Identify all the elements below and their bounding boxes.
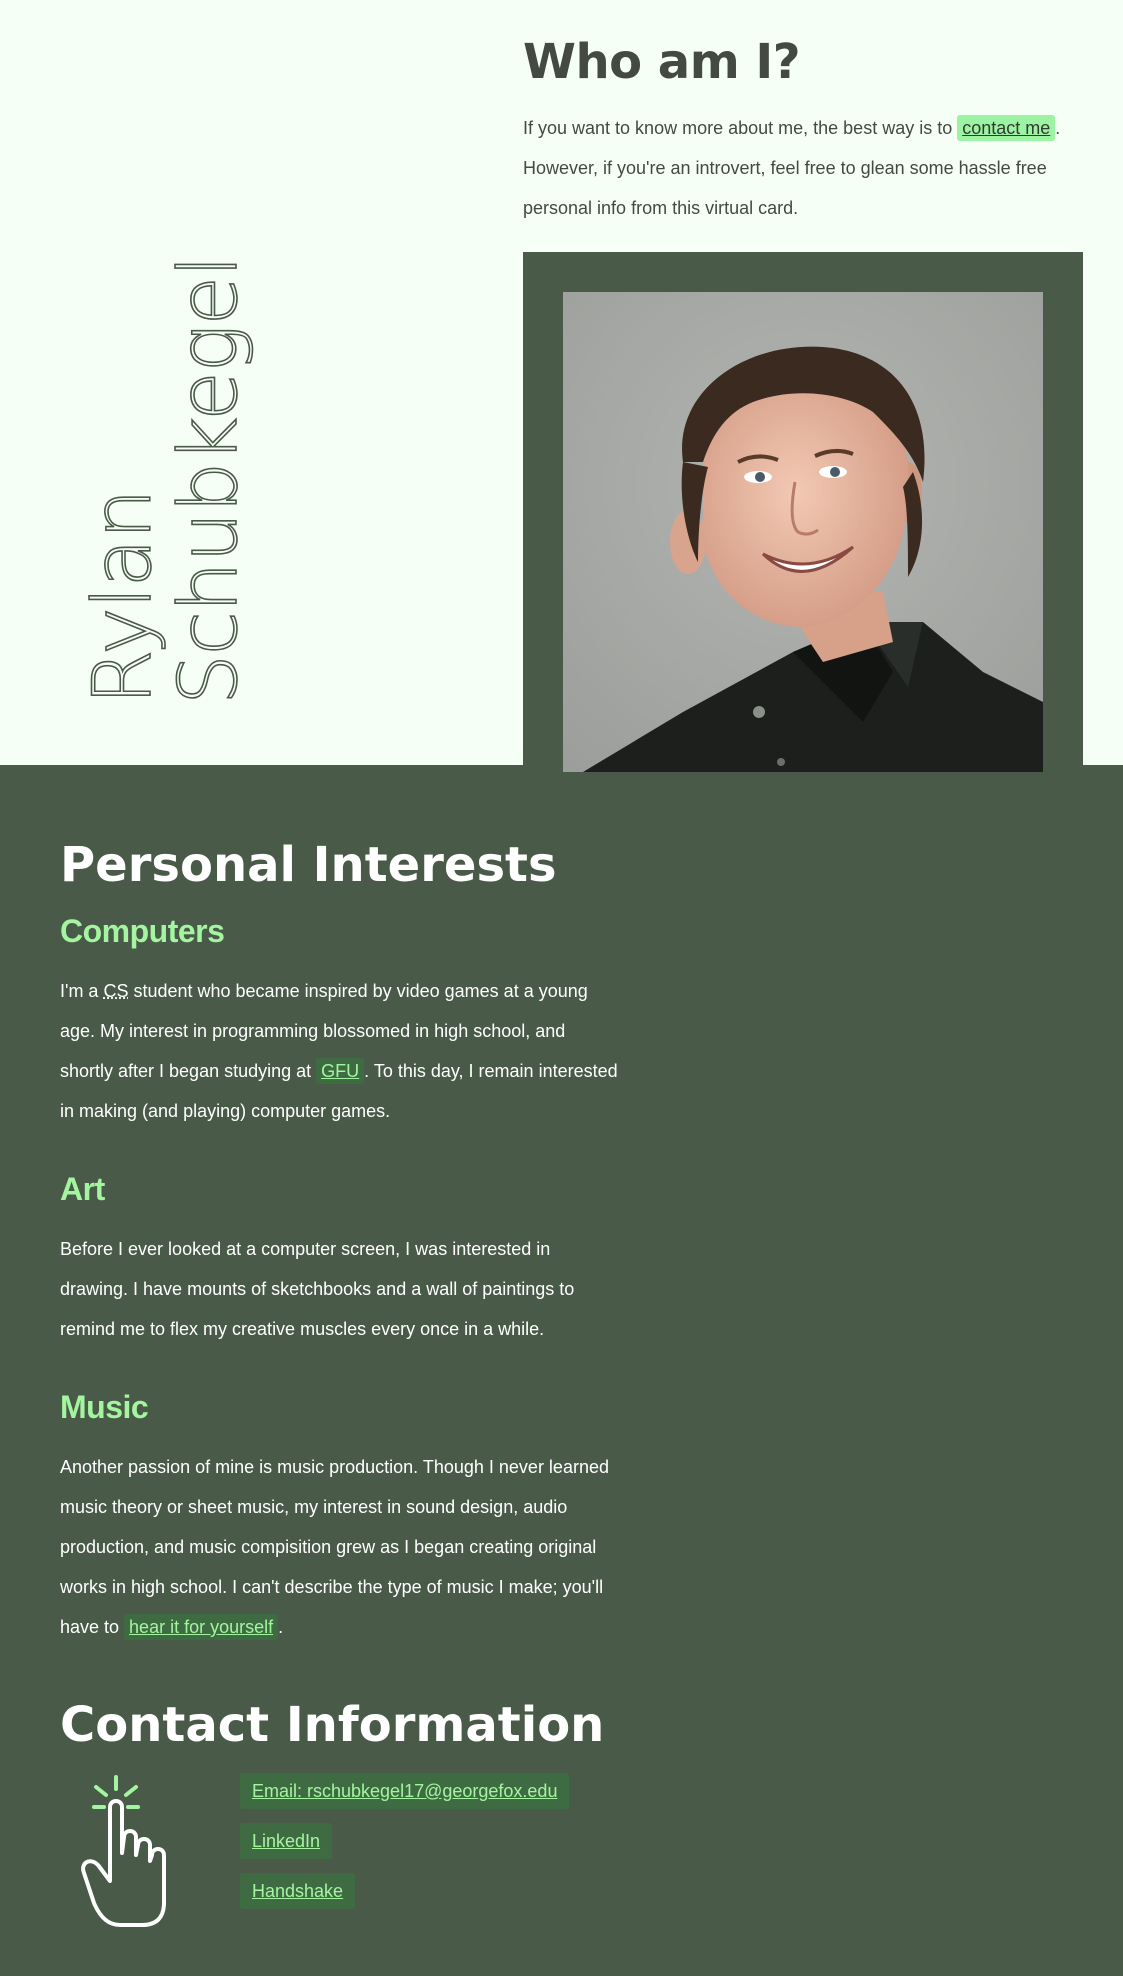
portrait-photo: [563, 292, 1043, 772]
about-text: If you want to know more about me, the b…: [523, 108, 1083, 228]
contact-links: Email: rschubkegel17@georgefox.edu Linke…: [240, 1773, 570, 1923]
computers-text-part: I'm a: [60, 981, 104, 1001]
cs-abbreviation: CS: [103, 981, 129, 1001]
portrait-illustration: [563, 292, 1043, 772]
interests-title: Personal Interests: [60, 837, 557, 893]
about-section: Who am I? If you want to know more about…: [523, 30, 1083, 228]
computers-heading: Computers: [60, 913, 225, 949]
music-text-part: Another passion of mine is music product…: [60, 1457, 609, 1637]
name-first: Rylan: [75, 489, 170, 706]
handshake-link[interactable]: Handshake: [240, 1873, 356, 1909]
about-title: Who am I?: [523, 34, 801, 90]
hear-it-link[interactable]: hear it for yourself: [124, 1614, 279, 1640]
about-text-part: If you want to know more about me, the b…: [523, 118, 958, 138]
music-heading: Music: [60, 1389, 149, 1425]
contact-title: Contact Information: [60, 1697, 605, 1753]
contact-me-link[interactable]: contact me: [957, 115, 1056, 141]
vertical-name: Rylan Schubkegel: [75, 185, 256, 706]
hero-section: Rylan Schubkegel Who am I? If you want t…: [0, 0, 1123, 772]
linkedin-link[interactable]: LinkedIn: [240, 1823, 333, 1859]
contact-area: Email: rschubkegel17@georgefox.edu Linke…: [60, 1773, 620, 1943]
music-text: Another passion of mine is music product…: [60, 1447, 620, 1647]
pointing-hand-icon: [81, 1775, 166, 1927]
art-text: Before I ever looked at a computer scree…: [60, 1239, 575, 1339]
computers-text: I'm a CS student who became inspired by …: [60, 971, 620, 1131]
dark-section: Personal Interests Computers I'm a CS st…: [0, 765, 1123, 1976]
gfu-link[interactable]: GFU: [316, 1058, 365, 1084]
name-last: Schubkegel: [161, 255, 256, 706]
music-text-part: .: [278, 1617, 284, 1637]
photo-frame: [523, 252, 1083, 772]
email-link[interactable]: Email: rschubkegel17@georgefox.edu: [240, 1773, 570, 1809]
interests-column: Personal Interests Computers I'm a CS st…: [60, 835, 620, 1943]
art-heading: Art: [60, 1171, 105, 1207]
